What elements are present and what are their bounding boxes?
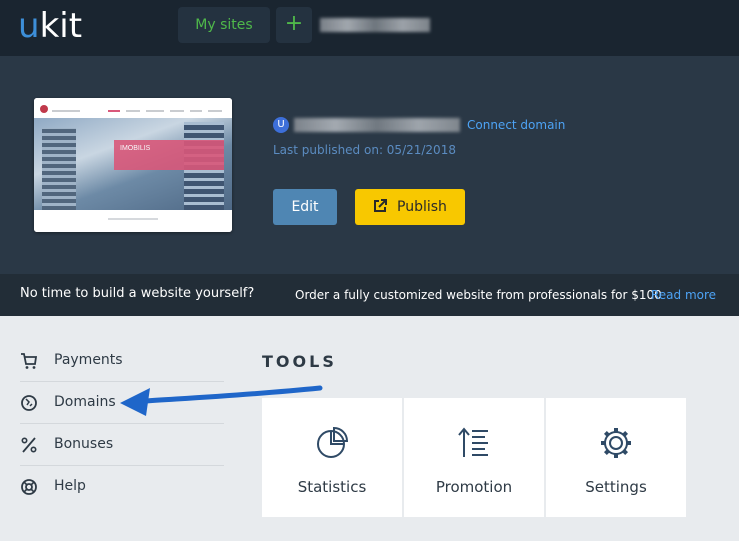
logo-u: u	[18, 6, 40, 46]
thumbnail-building	[42, 128, 76, 210]
thumbnail-nav	[34, 98, 232, 118]
add-site-button[interactable]: +	[276, 7, 312, 43]
read-more-link[interactable]: Read more	[651, 288, 716, 302]
domain-icon	[21, 395, 37, 411]
logo-kit: kit	[39, 6, 83, 46]
thumbnail-banner-text: IMOBILIS	[120, 145, 151, 152]
promo-question: No time to build a website yourself?	[20, 286, 255, 301]
tool-statistics[interactable]: Statistics	[262, 398, 402, 517]
ukit-logo[interactable]: ukit	[18, 4, 82, 48]
gear-icon	[601, 428, 631, 458]
sidebar-item-label: Domains	[54, 394, 116, 410]
thumbnail-footer	[34, 210, 232, 232]
thumbnail-footer-line	[108, 218, 158, 220]
cart-icon	[21, 353, 38, 369]
thumbnail-nav-line	[208, 110, 222, 112]
edit-button[interactable]: Edit	[273, 189, 337, 225]
thumbnail-nav-line	[190, 110, 202, 112]
tool-settings[interactable]: Settings	[546, 398, 686, 517]
thumbnail-nav-line	[52, 110, 80, 112]
sidebar-item-payments[interactable]: Payments	[20, 340, 224, 382]
sidebar-item-help[interactable]: Help	[20, 466, 224, 507]
tool-label: Settings	[585, 478, 647, 496]
percent-icon	[21, 437, 37, 453]
sidebar-item-domains[interactable]: Domains	[20, 382, 224, 424]
promo-bar: No time to build a website yourself? Ord…	[0, 274, 739, 316]
tools-heading: TOOLS	[262, 352, 337, 371]
thumbnail-nav-line	[170, 110, 184, 112]
redacted-site-name	[320, 18, 430, 32]
publish-label: Publish	[397, 199, 447, 215]
connect-domain-link[interactable]: Connect domain	[467, 118, 565, 132]
sidebar-item-bonuses[interactable]: Bonuses	[20, 424, 224, 466]
tool-label: Statistics	[297, 478, 367, 496]
publish-button[interactable]: Publish	[355, 189, 465, 225]
thumbnail-nav-line	[126, 110, 140, 112]
sidebar-item-label: Help	[54, 478, 86, 494]
top-bar: ukit My sites +	[0, 0, 739, 56]
my-sites-button[interactable]: My sites	[178, 7, 270, 43]
thumbnail-nav-line	[108, 110, 120, 112]
pie-chart-icon	[317, 426, 349, 458]
tool-promotion[interactable]: Promotion	[404, 398, 544, 517]
thumbnail-nav-line	[146, 110, 164, 112]
thumbnail-banner: IMOBILIS	[114, 140, 224, 170]
promo-offer: Order a fully customized website from pr…	[295, 288, 662, 302]
thumbnail-logo-dot	[40, 105, 48, 113]
sidebar-item-label: Bonuses	[54, 436, 114, 452]
sidebar-item-label: Payments	[54, 352, 123, 368]
sort-up-icon	[458, 427, 488, 457]
account-avatar: U	[273, 117, 289, 133]
lifebuoy-icon	[21, 479, 37, 495]
last-published-text: Last published on: 05/21/2018	[273, 143, 456, 157]
external-link-icon	[374, 199, 387, 212]
site-thumbnail[interactable]: IMOBILIS	[34, 98, 232, 232]
redacted-site-address	[294, 118, 460, 132]
tool-label: Promotion	[435, 478, 513, 496]
